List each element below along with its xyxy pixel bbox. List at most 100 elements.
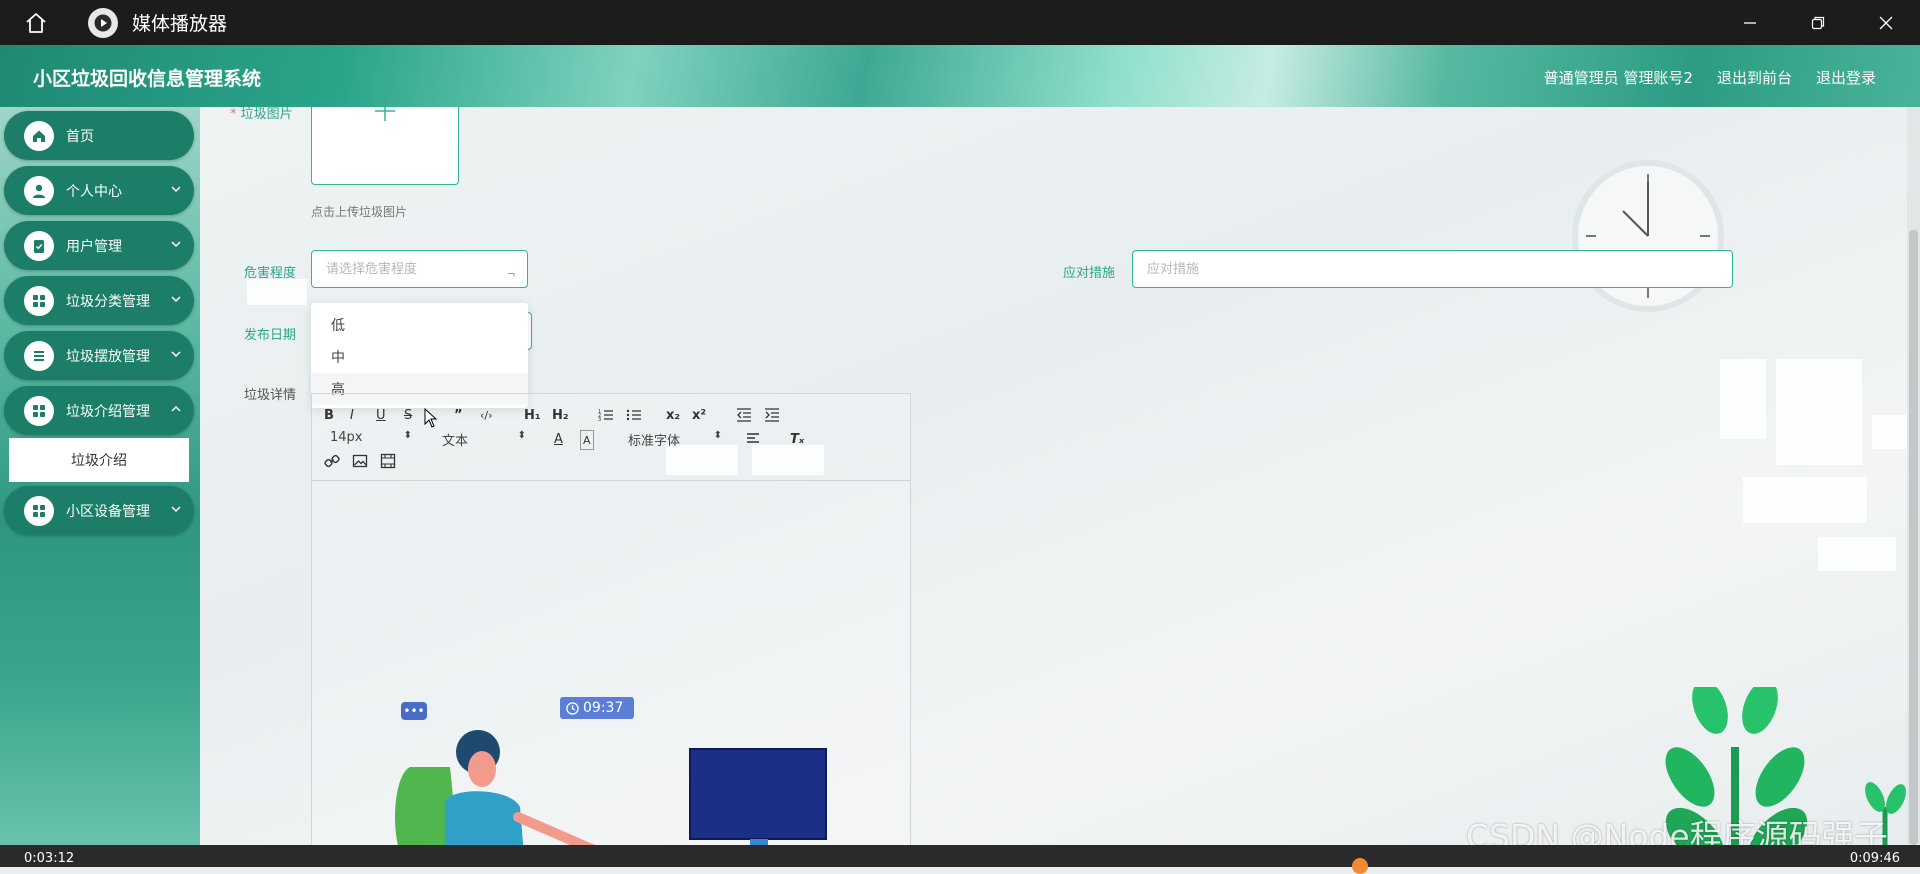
player-controls-bar: 0:03:12 0:09:46 xyxy=(0,845,1920,867)
submenu-item-garbage-intro[interactable]: 垃圾介绍 xyxy=(9,438,189,482)
restore-button[interactable] xyxy=(1784,0,1852,45)
sidebar-item-label: 垃圾分类管理 xyxy=(66,293,150,310)
outdent-icon[interactable] xyxy=(736,406,752,424)
minimize-button[interactable] xyxy=(1716,0,1784,45)
image-upload-area[interactable] xyxy=(311,107,459,185)
plus-icon xyxy=(375,107,395,121)
sidebar-item-personal-center[interactable]: 个人中心 xyxy=(4,166,194,215)
image-label-text: 垃圾图片 xyxy=(240,107,293,122)
close-button[interactable] xyxy=(1852,0,1920,45)
hazard-option-low[interactable]: 低 xyxy=(311,309,528,341)
window-title: 媒体播放器 xyxy=(132,13,228,35)
code-block-icon[interactable]: ‹/› xyxy=(480,406,493,424)
heading1-icon[interactable]: H₁ xyxy=(524,406,541,424)
background-decoration xyxy=(247,279,307,305)
sidebar-item-label: 垃圾摆放管理 xyxy=(66,348,150,365)
sidebar-item-home[interactable]: 首页 xyxy=(4,111,194,160)
sidebar-item-garbage-intro-management[interactable]: 垃圾介绍管理 xyxy=(4,386,194,435)
sidebar-item-label: 个人中心 xyxy=(66,183,122,200)
sidebar-item-label: 首页 xyxy=(66,128,94,145)
link-icon[interactable] xyxy=(324,452,340,470)
sort-arrows-icon: ⬍ xyxy=(403,430,412,441)
current-user-label: 普通管理员 管理账号2 xyxy=(1543,69,1693,87)
background-decoration xyxy=(1776,359,1862,465)
heading2-icon[interactable]: H₂ xyxy=(552,406,569,424)
chevron-down-icon xyxy=(171,241,181,248)
exit-to-front-link[interactable]: 退出到前台 xyxy=(1717,67,1792,88)
align-left-icon[interactable] xyxy=(746,430,762,448)
blockquote-icon[interactable]: ” xyxy=(454,406,463,424)
restore-icon xyxy=(1811,16,1825,29)
list-icon xyxy=(24,340,54,371)
video-icon[interactable] xyxy=(380,452,396,470)
editor-toolbar: B I U S ” ‹/› H₁ H₂ 123 x₂ x² 14px ⬍ 文本 ⬍ … xyxy=(312,394,910,481)
hazard-option-medium[interactable]: 中 xyxy=(311,341,528,373)
underline-icon[interactable]: U xyxy=(376,406,386,424)
minimize-icon xyxy=(1744,21,1756,24)
chevron-down-icon xyxy=(171,351,181,358)
font-family-value: 标准字体 xyxy=(628,434,681,449)
hazard-label: 危害程度 xyxy=(244,266,297,281)
logout-link[interactable]: 退出登录 xyxy=(1816,67,1876,88)
background-decoration xyxy=(1872,415,1907,449)
chevron-up-icon: ᆨ xyxy=(506,265,517,278)
font-size-select[interactable]: 14px ⬍ xyxy=(330,430,412,448)
background-decoration xyxy=(1720,359,1766,439)
clipboard-check-icon xyxy=(24,230,54,261)
sidebar-item-label: 用户管理 xyxy=(66,238,122,255)
clock-badge: 09:37 xyxy=(560,697,634,719)
sidebar-item-garbage-category[interactable]: 垃圾分类管理 xyxy=(4,276,194,325)
scrollbar-thumb[interactable] xyxy=(1909,230,1918,845)
text-type-value: 文本 xyxy=(442,434,469,449)
svg-text:3: 3 xyxy=(598,417,601,423)
clock-illustration xyxy=(1572,160,1724,312)
ordered-list-icon[interactable]: 123 xyxy=(598,406,614,424)
background-decoration xyxy=(1818,537,1896,571)
person-at-desk-illustration xyxy=(390,730,827,867)
background-decoration xyxy=(1743,477,1867,523)
sidebar: 首页 个人中心 用户管理 垃圾分类管理 垃圾摆放管理 垃圾介绍管理 垃圾介绍 小… xyxy=(0,107,200,867)
background-color-icon[interactable]: A xyxy=(580,430,594,450)
chevron-up-icon xyxy=(171,405,181,412)
chat-bubble-icon: ••• xyxy=(401,702,427,720)
app-title: 小区垃圾回收信息管理系统 xyxy=(33,68,262,90)
chevron-down-icon xyxy=(171,186,181,193)
measure-label: 应对措施 xyxy=(1063,266,1116,281)
sidebar-item-garbage-placement[interactable]: 垃圾摆放管理 xyxy=(4,331,194,380)
media-player-titlebar: 媒体播放器 xyxy=(0,0,1920,45)
clock-icon xyxy=(566,701,579,715)
image-label: * 垃圾图片 xyxy=(230,107,293,122)
measure-input[interactable] xyxy=(1132,250,1733,288)
user-icon xyxy=(24,175,54,206)
sidebar-item-community-equipment[interactable]: 小区设备管理 xyxy=(4,486,194,535)
subscript-icon[interactable]: x₂ xyxy=(666,406,680,424)
font-size-value: 14px xyxy=(330,430,363,445)
sidebar-item-user-management[interactable]: 用户管理 xyxy=(4,221,194,270)
detail-label: 垃圾详情 xyxy=(244,388,297,403)
grid-icon xyxy=(24,495,54,526)
home-icon xyxy=(24,120,54,151)
clear-format-icon[interactable]: Tₓ xyxy=(790,430,804,448)
bullet-list-icon[interactable] xyxy=(626,406,642,424)
grid-icon xyxy=(24,285,54,316)
total-time: 0:09:46 xyxy=(1849,851,1900,866)
date-label: 发布日期 xyxy=(244,328,297,343)
indent-icon[interactable] xyxy=(764,406,780,424)
clock-badge-time: 09:37 xyxy=(583,700,624,716)
bold-icon[interactable]: B xyxy=(324,406,334,424)
italic-icon[interactable]: I xyxy=(350,406,354,424)
hazard-select[interactable] xyxy=(311,250,528,288)
superscript-icon[interactable]: x² xyxy=(692,406,706,424)
image-icon[interactable] xyxy=(352,452,368,470)
font-color-icon[interactable]: A xyxy=(554,430,563,448)
seek-handle[interactable] xyxy=(1352,858,1368,874)
required-mark: * xyxy=(230,107,241,122)
strikethrough-icon[interactable]: S xyxy=(404,406,412,424)
font-family-select[interactable]: 标准字体 ⬍ xyxy=(628,430,722,449)
home-icon[interactable] xyxy=(14,1,58,45)
main-content: * 垃圾图片 点击上传垃圾图片 危害程度 ᆨ 应对措施 发布日期 低 中 高 垃… xyxy=(200,107,1907,867)
mouse-cursor-icon xyxy=(424,408,438,428)
sidebar-item-label: 小区设备管理 xyxy=(66,503,150,520)
chevron-down-icon xyxy=(171,506,181,513)
text-type-select[interactable]: 文本 ⬍ xyxy=(442,430,526,449)
